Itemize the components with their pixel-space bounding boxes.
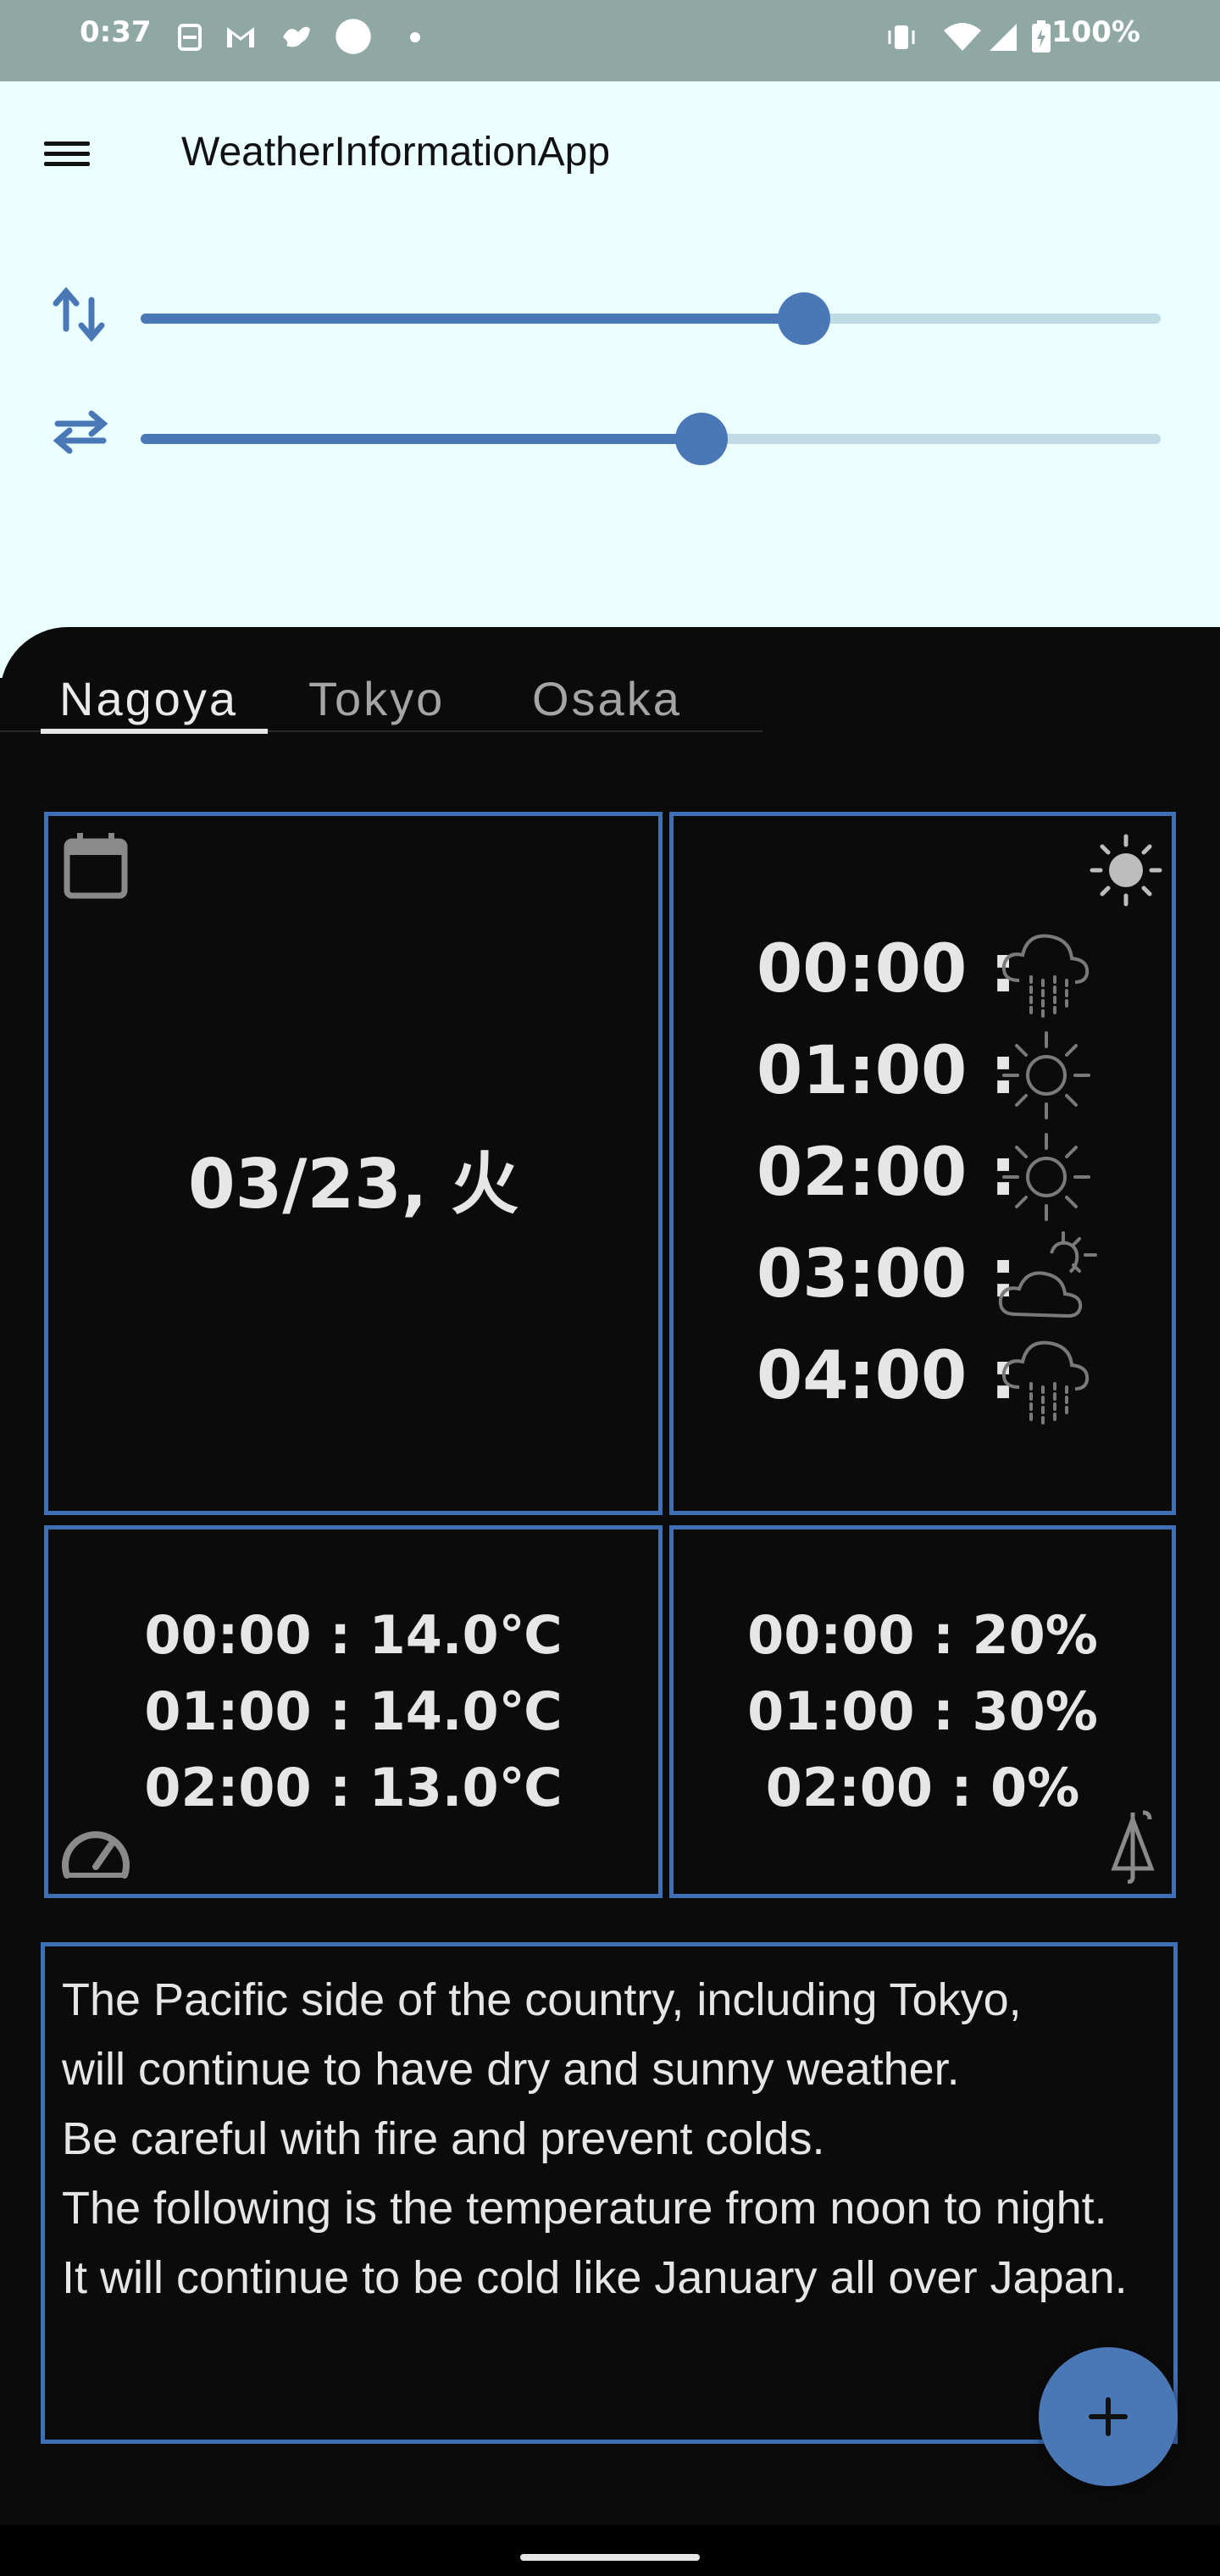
menu-icon-line — [44, 162, 90, 166]
temperature-row: 02:00 : 13.0℃ — [144, 1757, 563, 1818]
swap-vertical-icon — [53, 286, 105, 342]
tab-osaka[interactable]: Osaka — [532, 671, 682, 726]
vertical-slider-fill — [141, 314, 804, 324]
sun-icon — [1002, 1133, 1090, 1221]
precipitation-row: 02:00 : 0% — [765, 1757, 1080, 1818]
precipitation-row: 00:00 : 20% — [747, 1604, 1098, 1666]
notification-icon — [178, 24, 202, 51]
speedometer-icon — [62, 1831, 130, 1879]
home-indicator[interactable] — [520, 2554, 700, 2561]
temperature-row: 01:00 : 14.0℃ — [144, 1680, 563, 1742]
chat-bubble-icon — [336, 19, 371, 54]
menu-button[interactable] — [44, 136, 95, 178]
add-button[interactable] — [1039, 2347, 1178, 2486]
battery-icon — [1032, 20, 1051, 53]
tab-nagoya[interactable]: Nagoya — [59, 671, 238, 726]
hourly-weather-row: 04:00 : — [674, 1328, 1172, 1430]
hour-label: 03:00 : — [757, 1236, 1017, 1313]
wifi-icon — [944, 23, 981, 51]
app-title: WeatherInformationApp — [181, 130, 611, 175]
date-card[interactable]: 03/23, 火 — [44, 812, 663, 1515]
status-bar: 0:37 100% — [0, 0, 1220, 81]
menu-icon-line — [44, 142, 90, 146]
sun-icon — [1090, 834, 1162, 907]
precipitation-card[interactable]: 00:00 : 20% 01:00 : 30% 02:00 : 0% — [669, 1525, 1176, 1898]
hour-label: 01:00 : — [757, 1033, 1017, 1109]
hour-label: 02:00 : — [757, 1135, 1017, 1211]
hour-label: 00:00 : — [757, 931, 1017, 1008]
battery-percentage: 100% — [1051, 15, 1140, 49]
umbrella-icon — [1111, 1810, 1155, 1884]
tab-tokyo[interactable]: Tokyo — [308, 671, 445, 726]
vibrate-icon — [888, 25, 915, 49]
date-label: 03/23, 火 — [187, 1145, 519, 1224]
navigation-bar — [0, 2525, 1220, 2576]
vertical-slider[interactable] — [141, 314, 1161, 324]
horizontal-slider-thumb[interactable] — [675, 413, 729, 465]
menu-icon-line — [44, 152, 90, 156]
calendar-icon — [64, 833, 128, 899]
signal-icon — [990, 24, 1017, 51]
horizontal-slider[interactable] — [141, 434, 1161, 444]
vertical-slider-thumb[interactable] — [777, 292, 830, 345]
forecast-card[interactable]: The Pacific side of the country, includi… — [41, 1942, 1178, 2444]
hourly-weather-card[interactable]: 00:00 : 01:00 : 02:00 : 03:00 : 04:00 : — [669, 812, 1176, 1515]
hourly-weather-row: 03:00 : — [674, 1226, 1172, 1328]
rain-cloud-icon — [1001, 1341, 1090, 1428]
horizontal-slider-row — [0, 408, 1220, 476]
city-tabs: Nagoya Tokyo Osaka — [0, 666, 762, 734]
sun-icon — [1002, 1031, 1090, 1119]
forecast-text: The Pacific side of the country, includi… — [62, 1974, 1128, 2303]
hour-label: 04:00 : — [757, 1338, 1017, 1414]
temperature-row: 00:00 : 14.0℃ — [144, 1604, 563, 1666]
precipitation-row: 01:00 : 30% — [747, 1680, 1098, 1742]
vertical-slider-row — [0, 286, 1220, 356]
horizontal-slider-fill — [141, 434, 702, 444]
partly-cloudy-icon — [998, 1231, 1097, 1319]
plus-icon — [1089, 2397, 1128, 2436]
temperature-card[interactable]: 00:00 : 14.0℃ 01:00 : 14.0℃ 02:00 : 13.0… — [44, 1525, 663, 1898]
hourly-weather-row: 01:00 : — [674, 1023, 1172, 1124]
status-time: 0:37 — [80, 15, 152, 49]
swap-horizontal-icon — [53, 410, 108, 454]
tab-indicator — [41, 729, 268, 734]
hourly-weather-row: 02:00 : — [674, 1124, 1172, 1226]
dot-icon — [410, 32, 420, 42]
gmail-icon — [227, 27, 254, 47]
hourly-weather-row: 00:00 : — [674, 921, 1172, 1023]
bird-icon — [283, 26, 310, 47]
rain-cloud-icon — [1001, 934, 1090, 1021]
